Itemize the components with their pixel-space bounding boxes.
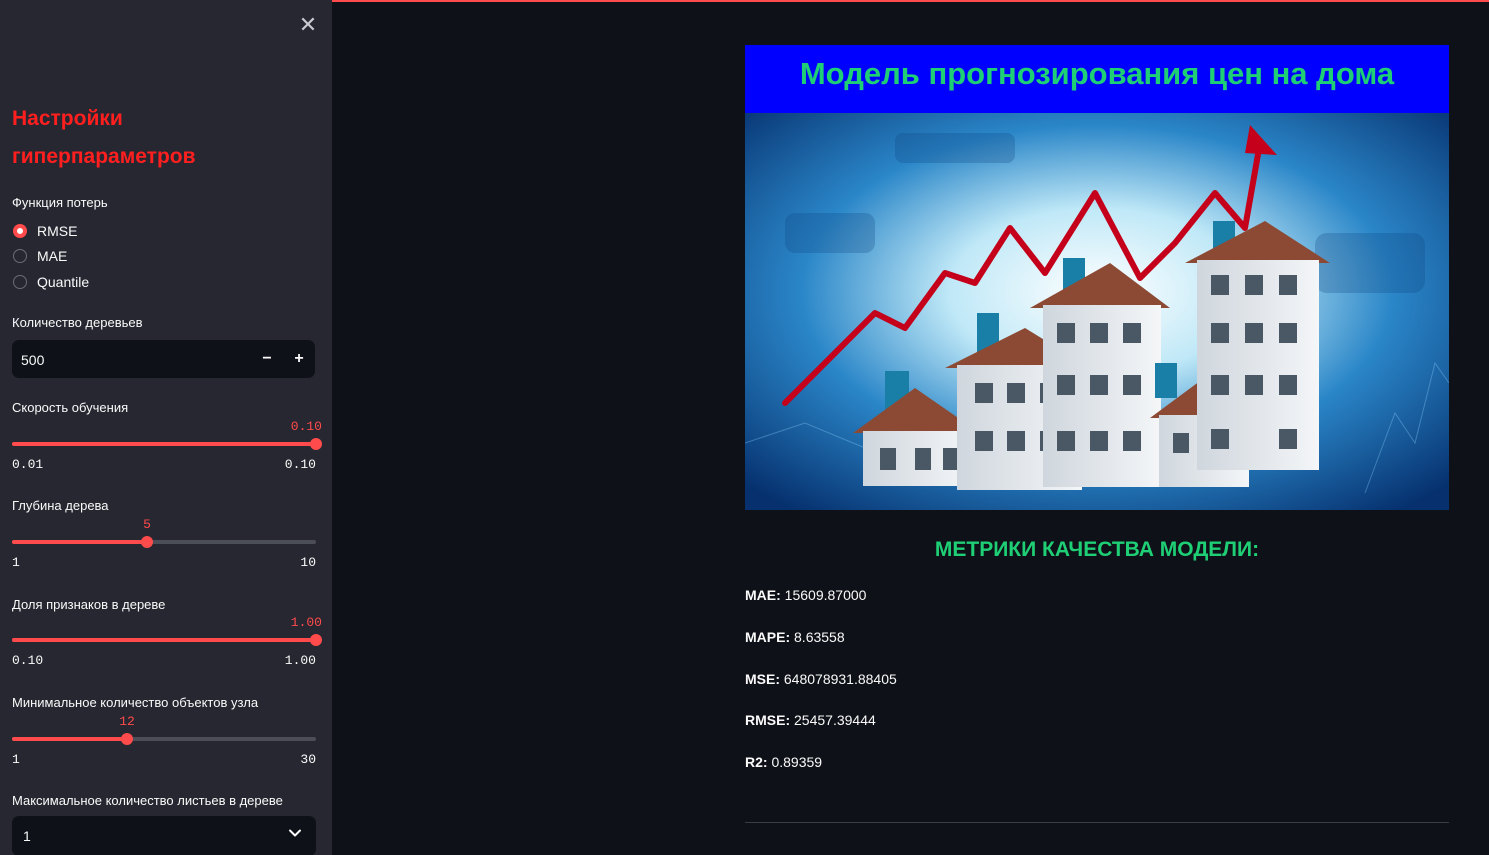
radio-selected-icon [13,224,27,238]
chevron-down-icon [289,829,301,837]
close-icon[interactable]: ✕ [296,13,320,37]
sidebar-title: Настройки гиперпараметров [12,107,196,168]
slider-min: 1 [12,752,20,767]
sidebar: ✕ Настройки гиперпараметров Функция поте… [0,0,332,855]
slider-min: 0.10 [12,653,44,668]
metric-name: MAPE: [745,629,791,645]
radio-label: Quantile [37,274,90,290]
metric-name: MAE: [745,587,781,603]
radio-quantile[interactable]: Quantile [13,271,89,293]
metric-mape: MAPE: 8.63558 [745,629,845,645]
feature-fraction-label: Доля признаков в дереве [12,597,166,612]
max-leaves-label: Максимальное количество листьев в дереве [12,793,283,808]
select-value: 1 [23,828,31,844]
radio-rmse[interactable]: RMSE [13,220,77,242]
decrement-button[interactable]: − [254,346,280,372]
metric-r2: R2: 0.89359 [745,754,822,770]
metric-name: RMSE: [745,712,791,728]
slider-thumb[interactable] [310,438,322,450]
metric-mse: MSE: 648078931.88405 [745,671,897,687]
slider-fill [12,737,127,741]
increment-button[interactable]: + [286,346,312,372]
page-title: Модель прогнозирования цен на дома [799,56,1395,91]
radio-empty-icon [13,275,27,289]
max-leaves-select[interactable]: 1 [12,816,316,855]
radio-empty-icon [13,249,27,263]
slider-value: 12 [119,714,135,729]
slider-fill [12,638,316,642]
slider-max: 10 [300,555,316,570]
slider-thumb[interactable] [310,634,322,646]
divider [745,822,1449,823]
slider-value: 1.00 [290,615,322,630]
n-trees-input[interactable] [12,340,253,380]
slider-min: 0.01 [12,457,44,472]
n-trees-number-input: − + [12,340,315,380]
metrics-title: МЕТРИКИ КАЧЕСТВА МОДЕЛИ: [934,538,1260,561]
main-content: Модель прогнозирования цен на дома МЕТРИ… [332,0,1489,855]
min-samples-label: Минимальное количество объектов узла [12,695,259,710]
metric-value: 15609.87000 [780,587,867,603]
slider-fill [12,442,316,446]
slider-max: 30 [300,752,316,767]
metric-value: 8.63558 [790,629,845,645]
metric-value: 648078931.88405 [780,671,897,687]
depth-label: Глубина дерева [12,498,109,513]
radio-mae[interactable]: MAE [13,245,67,267]
slider-value: 5 [143,517,151,532]
hero-illustration [745,113,1449,510]
slider-min: 1 [12,555,20,570]
radio-label: MAE [37,248,68,264]
metric-name: MSE: [745,671,780,687]
learning-rate-label: Скорость обучения [12,400,129,415]
metric-name: R2: [745,754,768,770]
n-trees-label: Количество деревьев [12,315,143,330]
slider-thumb[interactable] [121,733,133,745]
slider-max: 1.00 [284,653,316,668]
slider-value: 0.10 [290,419,322,434]
metric-value: 25457.39444 [790,712,876,728]
slider-max: 0.10 [284,457,316,472]
slider-thumb[interactable] [141,536,153,548]
metric-rmse: RMSE: 25457.39444 [745,712,876,728]
metric-mae: MAE: 15609.87000 [745,587,866,603]
radio-label: RMSE [37,223,78,239]
slider-fill [12,540,147,544]
loss-function-label: Функция потерь [12,195,108,210]
title-banner: Модель прогнозирования цен на дома [745,45,1449,113]
metric-value: 0.89359 [767,754,823,770]
houses-rising-chart-image [745,113,1449,510]
